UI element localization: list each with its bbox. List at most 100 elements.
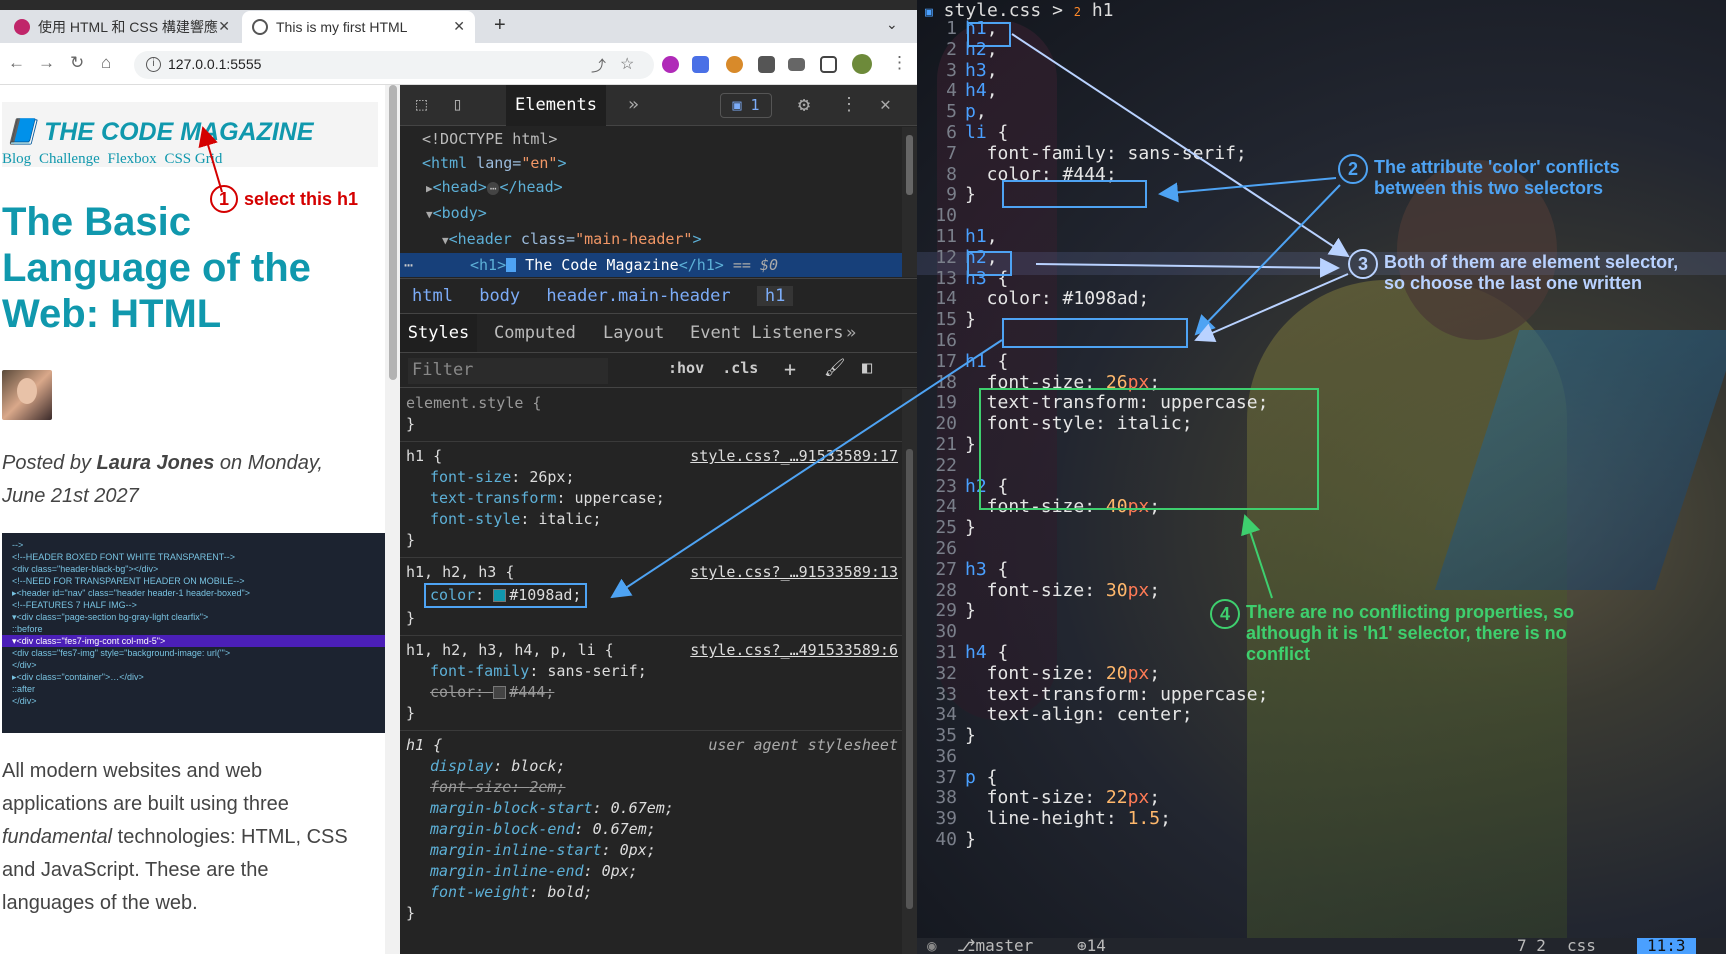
declaration-overridden[interactable]: color: #444; — [406, 682, 902, 703]
code-line[interactable]: 2 h2, — [917, 39, 1726, 61]
nav-link-flexbox[interactable]: Flexbox — [108, 151, 157, 167]
forward-icon[interactable]: → — [38, 53, 55, 73]
styles-scrollbar[interactable] — [902, 389, 917, 954]
issues-badge[interactable]: ▣ 1 — [720, 93, 772, 118]
rule-source-link[interactable]: style.css?_…91533589:13 — [690, 562, 898, 583]
rule-source-link[interactable]: style.css?_…91533589:17 — [690, 446, 898, 467]
paint-icon[interactable]: 🖌 — [824, 358, 846, 378]
hov-toggle[interactable]: :hov — [668, 359, 704, 377]
more-tabs-icon[interactable]: » — [846, 314, 856, 352]
tab-computed[interactable]: Computed — [494, 314, 576, 352]
reading-list-icon[interactable] — [788, 58, 805, 71]
tab-bar: 使用 HTML 和 CSS 構建響應 ✕ This is my first HT… — [0, 0, 917, 43]
code-line[interactable]: 1 h1, — [917, 18, 1726, 40]
address-bar[interactable]: i 127.0.0.1:5555 — [134, 51, 654, 79]
declaration-color-active[interactable]: color: #1098ad; — [406, 583, 902, 608]
code-line[interactable]: 5 p, — [917, 101, 1726, 123]
code-line[interactable]: 10 — [917, 205, 1726, 227]
nav-link-css-grid[interactable]: CSS Grid — [164, 151, 222, 167]
code-line[interactable]: 26 — [917, 538, 1726, 560]
nav-link-blog[interactable]: Blog — [2, 151, 31, 167]
code-line[interactable]: 3 h3, — [917, 60, 1726, 82]
declaration[interactable]: text-transform: uppercase; — [406, 488, 902, 509]
line-number: 38 — [935, 787, 957, 809]
breadcrumb-symbol[interactable]: h1 — [1092, 0, 1114, 21]
code-line[interactable]: 35} — [917, 725, 1726, 747]
close-icon[interactable]: ✕ — [880, 94, 891, 115]
code-line[interactable]: 39 line-height: 1.5; — [917, 808, 1726, 830]
avatar[interactable] — [852, 54, 872, 74]
nav-link-challenge[interactable]: Challenge — [39, 151, 100, 167]
back-icon[interactable]: ← — [8, 53, 25, 73]
share-icon[interactable]: ⤴ — [591, 55, 606, 76]
code-line[interactable]: 40} — [917, 829, 1726, 851]
rule-source-link[interactable]: style.css?_…491533589:6 — [690, 640, 898, 661]
sidebar-toggle-icon[interactable]: ◧ — [862, 358, 872, 378]
breadcrumb-item[interactable]: body — [479, 286, 520, 306]
extension-icon[interactable] — [662, 56, 679, 73]
info-icon[interactable]: i — [146, 57, 161, 72]
puzzle-icon[interactable] — [758, 56, 775, 73]
tab-layout[interactable]: Layout — [603, 314, 664, 352]
dom-node-doctype[interactable]: <!DOCTYPE html> — [400, 127, 902, 151]
cls-toggle[interactable]: .cls — [722, 359, 758, 377]
mode-icon: ◉ — [927, 938, 937, 954]
declaration[interactable]: font-style: italic; — [406, 509, 902, 530]
breadcrumb-item[interactable]: header.main-header — [546, 286, 730, 306]
code-line[interactable]: 25} — [917, 517, 1726, 539]
cookie-icon[interactable] — [726, 56, 743, 73]
styles-filter-input[interactable]: Filter — [408, 358, 608, 384]
code-line[interactable]: 28 font-size: 30px; — [917, 579, 1726, 602]
declaration-overridden: font-size: 2em; — [430, 778, 566, 796]
dom-node-header[interactable]: ▼<header class="main-header"> — [400, 227, 902, 253]
line-number: 34 — [935, 704, 957, 726]
new-tab-icon[interactable]: + — [494, 14, 506, 37]
code-line[interactable]: 11 h1, — [917, 226, 1726, 248]
declaration[interactable]: font-size: 26px; — [406, 467, 902, 488]
dom-scrollbar[interactable] — [902, 127, 917, 277]
tab-event-listeners[interactable]: Event Listeners — [690, 314, 844, 352]
page-scrollbar-thumb[interactable] — [389, 85, 397, 380]
code-line[interactable]: 4 h4, — [917, 80, 1726, 102]
code-line[interactable]: 34 text-align: center; — [917, 704, 1726, 726]
code-token: ; — [1149, 579, 1161, 601]
dom-node-html[interactable]: <html lang="en"> — [400, 151, 902, 175]
breadcrumb-item-selected[interactable]: h1 — [756, 286, 794, 306]
dom-node-h1-selected[interactable]: ⋯ <h1> The Code Magazine</h1> == $0 — [400, 253, 902, 277]
code-line[interactable]: 17 h1 { — [917, 351, 1726, 373]
tab-first-html[interactable]: This is my first HTML ✕ — [242, 11, 475, 43]
rule-close: } — [406, 531, 416, 549]
kebab-menu-icon[interactable]: ⋮ — [891, 53, 908, 73]
code-line[interactable]: 38 font-size: 22px; — [917, 788, 1726, 809]
dom-node-body[interactable]: ▼<body> — [400, 201, 902, 227]
home-icon[interactable]: ⌂ — [101, 53, 111, 73]
dom-node-head[interactable]: ▶<head> ⋯ </head> — [400, 175, 902, 201]
line-number: 32 — [935, 662, 957, 684]
code-line[interactable]: 37 p { — [917, 767, 1726, 789]
reload-icon[interactable]: ↻ — [70, 53, 84, 73]
add-rule-icon[interactable]: + — [784, 357, 796, 381]
kebab-menu-icon[interactable]: ⋮ — [840, 94, 858, 115]
inspect-cursor-icon[interactable]: ⬚ — [416, 94, 427, 115]
gear-icon[interactable]: ⚙ — [798, 92, 810, 116]
close-tab-icon[interactable]: ✕ — [453, 18, 465, 35]
code-line[interactable]: 36 — [917, 746, 1726, 768]
more-tabs-icon[interactable]: » — [628, 94, 639, 115]
side-panel-icon[interactable] — [820, 56, 837, 73]
tab-styles[interactable]: Styles — [400, 314, 477, 352]
chevron-down-icon[interactable]: ⌄ — [886, 16, 898, 33]
declaration[interactable]: font-family: sans-serif; — [406, 661, 902, 682]
star-icon[interactable]: ☆ — [620, 54, 634, 74]
breadcrumb-item[interactable]: html — [412, 286, 453, 306]
close-tab-icon[interactable]: ✕ — [218, 18, 230, 35]
code-line[interactable]: 33 text-transform: uppercase; — [917, 684, 1726, 706]
branch-indicator[interactable]: ⎇ master — [957, 938, 1033, 954]
device-toggle-icon[interactable]: ▯ — [452, 94, 463, 115]
translate-icon[interactable] — [692, 56, 709, 73]
code-line[interactable]: 6 li { — [917, 122, 1726, 144]
tab-tutorial[interactable]: 使用 HTML 和 CSS 構建響應 ✕ — [4, 11, 240, 43]
code-line[interactable]: 27 h3 { — [917, 559, 1726, 581]
code-line[interactable]: 32 font-size: 20px; — [917, 662, 1726, 685]
tab-elements[interactable]: Elements — [506, 85, 606, 126]
line-number: 15 — [935, 309, 957, 331]
